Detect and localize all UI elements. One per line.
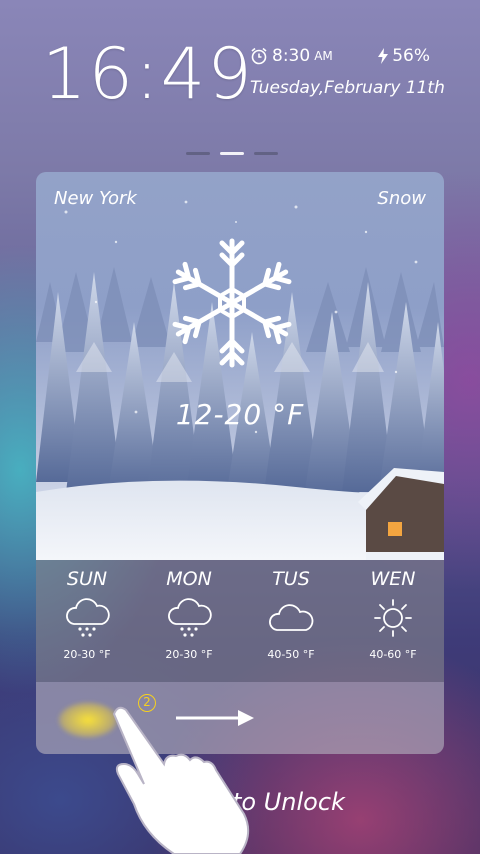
forecast-day: TUS 40-50 °F <box>240 560 342 682</box>
forecast-day-name: MON <box>166 568 212 590</box>
page-dot <box>186 152 210 155</box>
forecast-day-name: TUS <box>272 568 310 590</box>
weather-condition: Snow <box>377 188 426 209</box>
forecast-range: 40-50 °F <box>267 648 315 661</box>
clock-time: 16:49 <box>42 33 254 115</box>
forecast-day: SUN 20-30 °F <box>36 560 138 682</box>
alarm: 8:30 AM <box>250 46 333 66</box>
page-dot <box>254 152 278 155</box>
forecast-range: 20-30 °F <box>165 648 213 661</box>
city-name: New York <box>54 188 137 209</box>
battery: 56% <box>377 46 430 66</box>
forecast-row: SUN 20-30 °F MON 20-30 °F TUS 40-50 °F W… <box>36 560 444 682</box>
weather-scene: New York Snow 12-20 °F <box>36 172 444 560</box>
forecast-day: WEN 40-60 °F <box>342 560 444 682</box>
weather-card[interactable]: New York Snow 12-20 °F SUN 20-30 °F MON … <box>36 172 444 754</box>
status-meta: 8:30 AM 56% Tuesday,February 11th <box>250 44 445 98</box>
forecast-day-name: SUN <box>66 568 108 590</box>
forecast-range: 40-60 °F <box>369 648 417 661</box>
alarm-time: 8:30 <box>272 46 311 66</box>
forecast-day: MON 20-30 °F <box>138 560 240 682</box>
rain-cloud-icon <box>66 598 110 637</box>
battery-level: 56% <box>392 46 430 66</box>
cloud-icon <box>269 604 314 631</box>
forecast-day-name: WEN <box>370 568 416 590</box>
pointing-hand-icon <box>112 706 250 854</box>
temperature-label: 12-20 °F <box>175 398 305 431</box>
sun-icon <box>374 599 412 637</box>
alarm-clock-icon <box>251 47 267 65</box>
rain-cloud-icon <box>168 598 212 637</box>
alarm-ampm: AM <box>314 49 333 63</box>
date-label: Tuesday,February 11th <box>250 78 445 98</box>
snowflake-icon <box>172 238 292 368</box>
charging-bolt-icon <box>378 48 389 64</box>
forecast-range: 20-30 °F <box>63 648 111 661</box>
page-dot-active <box>220 152 244 155</box>
page-indicator <box>186 152 278 155</box>
